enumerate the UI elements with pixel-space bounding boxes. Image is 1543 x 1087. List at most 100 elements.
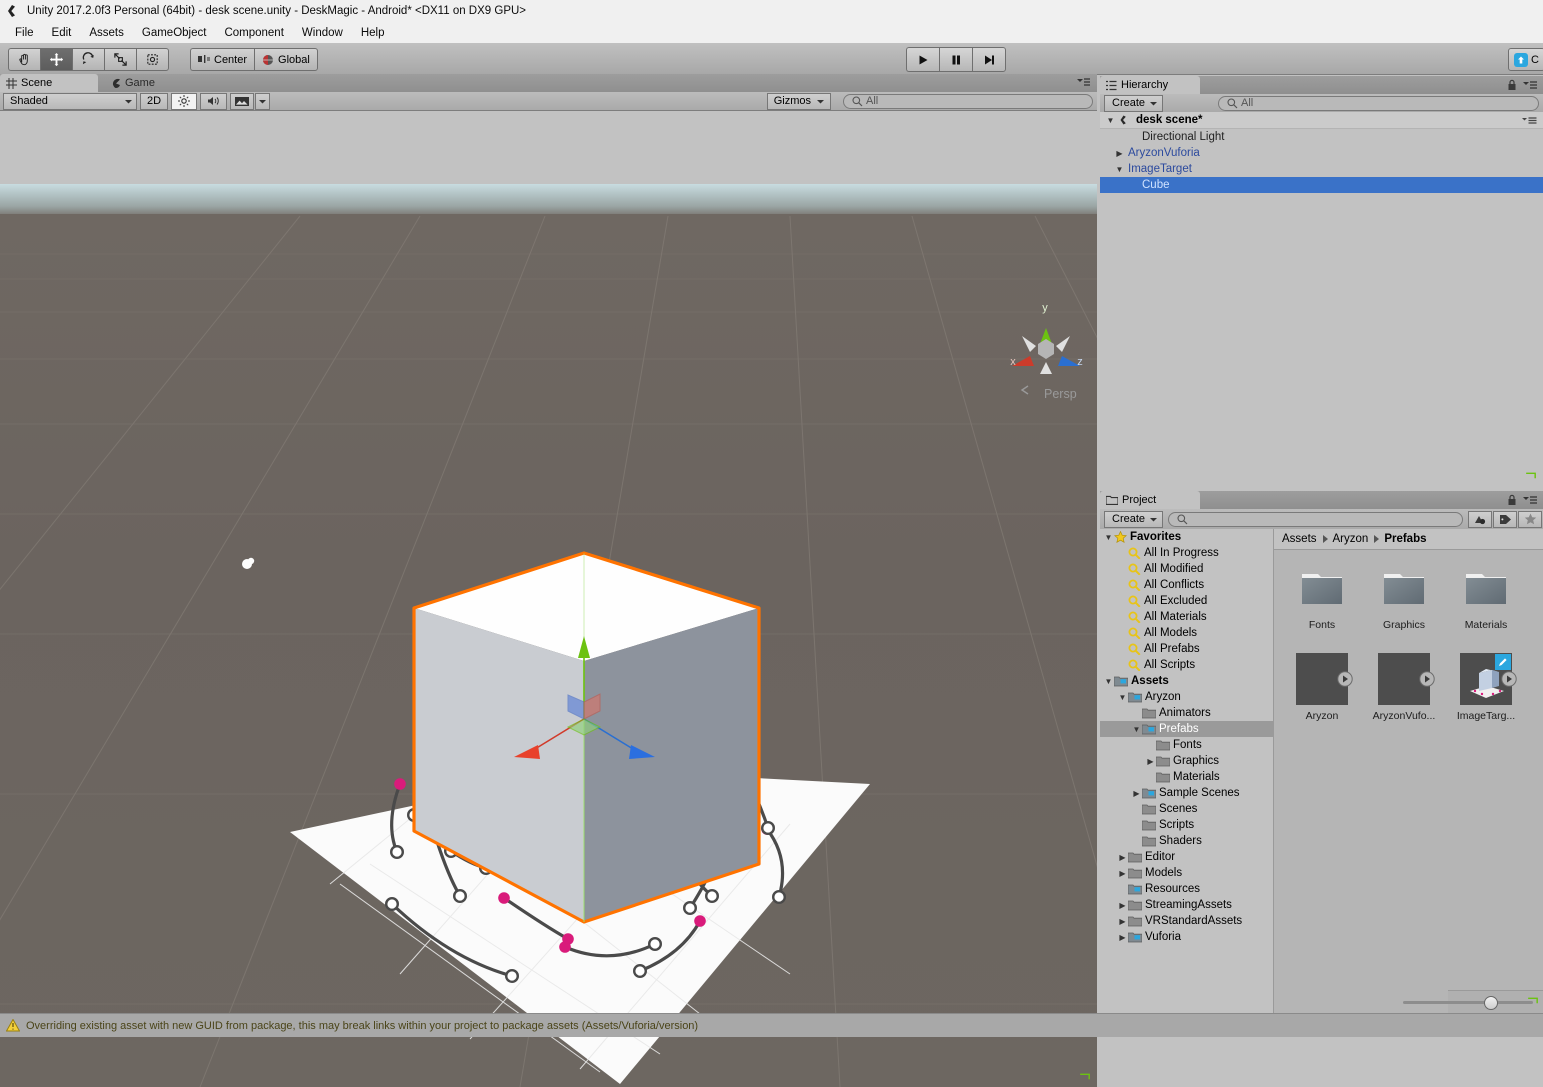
play-button[interactable] (906, 47, 939, 72)
favorite-button[interactable] (1518, 510, 1542, 528)
project-tree-item-prefabs[interactable]: ▼ Prefabs (1100, 721, 1273, 737)
project-tree-expander[interactable]: ▼ (1103, 677, 1114, 686)
draw-mode-dropdown[interactable]: Shaded (3, 92, 137, 110)
asset-item[interactable]: AryzonVufo... (1373, 653, 1435, 722)
menu-help[interactable]: Help (352, 25, 394, 41)
project-tree-expander[interactable]: ▶ (1117, 917, 1128, 926)
step-button[interactable] (972, 47, 1006, 72)
project-tree-expander[interactable]: ▶ (1117, 901, 1128, 910)
status-bar[interactable]: Overriding existing asset with new GUID … (0, 1013, 1543, 1037)
panel-menu-icon[interactable] (1522, 494, 1538, 505)
project-tree-expander[interactable]: ▼ (1117, 693, 1128, 702)
project-tree-item-sample-scenes[interactable]: ▶ Sample Scenes (1100, 785, 1273, 801)
hand-tool[interactable] (8, 48, 40, 71)
panel-menu-icon[interactable] (1522, 79, 1538, 90)
project-tree-expander[interactable]: ▶ (1145, 757, 1156, 766)
hierarchy-item-aryzonvuforia[interactable]: ▶ AryzonVuforia (1100, 145, 1543, 161)
hierarchy-item-imagetarget[interactable]: ▼ ImageTarget (1100, 161, 1543, 177)
asset-item[interactable]: Fonts (1296, 562, 1348, 631)
toggle-lighting-button[interactable] (171, 92, 198, 110)
project-tree-item-favorites[interactable]: ▼ Favorites (1100, 529, 1273, 545)
hierarchy-scene-row[interactable]: ▼ desk scene* (1100, 112, 1543, 129)
project-tree-item-assets[interactable]: ▼ Assets (1100, 673, 1273, 689)
project-tree-item-all-conflicts[interactable]: All Conflicts (1100, 577, 1273, 593)
project-resize-corner[interactable]: ⌐ (1527, 989, 1539, 1012)
menu-file[interactable]: File (6, 25, 43, 41)
scene-search-input[interactable]: All (843, 93, 1093, 109)
project-tree-item-models[interactable]: ▶ Models (1100, 865, 1273, 881)
lock-icon[interactable] (1507, 79, 1517, 91)
pause-button[interactable] (939, 47, 972, 72)
zoom-slider-track[interactable] (1403, 995, 1533, 1010)
asset-item[interactable]: Aryzon (1296, 653, 1353, 722)
tab-project[interactable]: Project (1100, 491, 1200, 509)
asset-item[interactable]: Graphics (1378, 562, 1430, 631)
rotate-tool[interactable] (72, 48, 104, 71)
project-tree-item-animators[interactable]: Animators (1100, 705, 1273, 721)
scale-tool[interactable] (104, 48, 136, 71)
project-tree-item-all-scripts[interactable]: All Scripts (1100, 657, 1273, 673)
project-tree-expander[interactable]: ▼ (1131, 725, 1142, 734)
menu-component[interactable]: Component (215, 25, 292, 41)
menu-window[interactable]: Window (293, 25, 352, 41)
project-tree-item-editor[interactable]: ▶ Editor (1100, 849, 1273, 865)
project-tree-item-scenes[interactable]: Scenes (1100, 801, 1273, 817)
tab-game[interactable]: Game (104, 74, 165, 92)
project-tree-item-resources[interactable]: Resources (1100, 881, 1273, 897)
tab-hierarchy[interactable]: Hierarchy (1100, 76, 1200, 94)
project-create-button[interactable]: Create (1104, 510, 1164, 528)
gizmos-dropdown[interactable]: Gizmos (766, 92, 831, 110)
project-tree-item-all-excluded[interactable]: All Excluded (1100, 593, 1273, 609)
asset-item[interactable]: Materials (1460, 562, 1512, 631)
project-tree-expander[interactable]: ▶ (1117, 933, 1128, 942)
menu-assets[interactable]: Assets (80, 25, 133, 41)
zoom-slider-knob[interactable] (1483, 995, 1498, 1010)
toggle-2d-button[interactable]: 2D (140, 92, 169, 110)
project-search-input[interactable] (1168, 511, 1463, 527)
project-tree-item-aryzon[interactable]: ▼ Aryzon (1100, 689, 1273, 705)
lock-icon[interactable] (1507, 494, 1517, 506)
project-tree-item-all-models[interactable]: All Models (1100, 625, 1273, 641)
project-tree-item-all-in-progress[interactable]: All In Progress (1100, 545, 1273, 561)
pivot-mode-button[interactable]: Center (190, 48, 255, 71)
project-tree-expander[interactable]: ▶ (1117, 869, 1128, 878)
hierarchy-search-input[interactable]: All (1218, 95, 1539, 111)
hierarchy-item-directional-light[interactable]: Directional Light (1100, 129, 1543, 145)
project-tree-item-vuforia[interactable]: ▶ Vuforia (1100, 929, 1273, 945)
scene-viewport[interactable]: y x z Persp ⌐ (0, 184, 1097, 1087)
breadcrumb-prefabs[interactable]: Prefabs (1384, 533, 1426, 545)
project-tree-item-streamingassets[interactable]: ▶ StreamingAssets (1100, 897, 1273, 913)
toggle-effects-button[interactable] (230, 92, 255, 110)
hierarchy-resize-corner[interactable]: ⌐ (1525, 464, 1537, 487)
menu-gameobject[interactable]: GameObject (133, 25, 216, 41)
project-tree-item-fonts[interactable]: Fonts (1100, 737, 1273, 753)
rect-transform-tool[interactable] (136, 48, 169, 71)
project-tree-item-shaders[interactable]: Shaders (1100, 833, 1273, 849)
effects-dropdown[interactable] (255, 92, 271, 110)
thumbnail-zoom-slider[interactable] (1403, 995, 1533, 1010)
hierarchy-create-button[interactable]: Create (1104, 94, 1164, 112)
toggle-audio-button[interactable] (200, 92, 228, 110)
hierarchy-expander[interactable]: ▼ (1114, 165, 1125, 174)
scene-resize-corner[interactable]: ⌐ (1079, 1065, 1091, 1087)
filter-by-type-button[interactable] (1468, 510, 1492, 528)
filter-by-label-button[interactable] (1493, 510, 1517, 528)
space-mode-button[interactable]: Global (254, 48, 318, 71)
project-tree-expander[interactable]: ▶ (1131, 789, 1142, 798)
project-tree-expander[interactable]: ▼ (1103, 533, 1114, 542)
hierarchy-expander[interactable]: ▶ (1114, 149, 1125, 158)
project-tree-item-all-materials[interactable]: All Materials (1100, 609, 1273, 625)
collab-button[interactable]: C (1508, 48, 1543, 71)
menu-edit[interactable]: Edit (43, 25, 81, 41)
tab-scene[interactable]: Scene (0, 74, 98, 92)
panel-menu-icon[interactable] (1075, 76, 1091, 88)
project-tree-item-materials[interactable]: Materials (1100, 769, 1273, 785)
breadcrumb-assets[interactable]: Assets (1282, 533, 1317, 545)
scene-expander[interactable]: ▼ (1105, 116, 1116, 125)
asset-item[interactable]: ImageTarg... (1457, 653, 1517, 722)
move-tool[interactable] (40, 48, 72, 71)
project-tree-item-scripts[interactable]: Scripts (1100, 817, 1273, 833)
project-tree-item-all-prefabs[interactable]: All Prefabs (1100, 641, 1273, 657)
project-tree-item-vrstandardassets[interactable]: ▶ VRStandardAssets (1100, 913, 1273, 929)
project-tree-expander[interactable]: ▶ (1117, 853, 1128, 862)
